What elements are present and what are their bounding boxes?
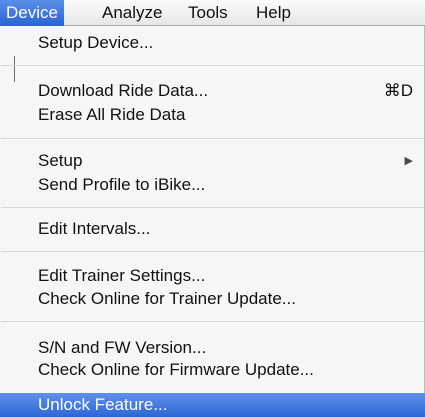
menu-separator	[1, 251, 424, 252]
device-menu-screenshot: Device Analyze Tools Help Setup Device..…	[0, 0, 425, 417]
menubar-device[interactable]: Device	[0, 0, 64, 26]
menu-item-setup-device[interactable]: Setup Device...	[0, 30, 425, 56]
menu-bar: Device Analyze Tools Help	[0, 0, 425, 26]
menu-item-unlock-feature[interactable]: Unlock Feature...	[0, 393, 425, 417]
menubar-tools[interactable]: Tools	[182, 0, 234, 26]
menu-item-label: Check Online for Firmware Update...	[38, 360, 314, 379]
shortcut-label: ⌘D	[383, 81, 413, 100]
menu-item-label: Edit Intervals...	[38, 219, 151, 238]
menu-item-download-ride-data[interactable]: Download Ride Data... ⌘D	[0, 78, 425, 104]
menu-item-label: Edit Trainer Settings...	[38, 266, 206, 285]
menu-item-erase-all-ride-data[interactable]: Erase All Ride Data	[0, 102, 425, 128]
menu-item-label: Setup	[38, 151, 83, 170]
menu-item-check-firmware-update[interactable]: Check Online for Firmware Update...	[0, 357, 425, 383]
menu-separator	[1, 138, 424, 139]
menu-separator	[1, 207, 424, 208]
menu-item-label: Erase All Ride Data	[38, 105, 186, 124]
menu-separator	[1, 321, 424, 322]
menubar-analyze[interactable]: Analyze	[96, 0, 168, 26]
menu-item-setup[interactable]: Setup ▶	[0, 148, 425, 174]
menu-item-edit-intervals[interactable]: Edit Intervals...	[0, 216, 425, 242]
menu-item-label: Unlock Feature...	[38, 395, 168, 414]
menu-item-send-profile[interactable]: Send Profile to iBike...	[0, 172, 425, 198]
menu-item-label: Check Online for Trainer Update...	[38, 289, 296, 308]
menu-item-label: S/N and FW Version...	[38, 338, 207, 357]
menu-item-label: Setup Device...	[38, 33, 154, 52]
menu-item-label: Download Ride Data...	[38, 81, 209, 100]
device-dropdown-menu: Setup Device... Download Ride Data... ⌘D…	[0, 26, 425, 417]
menubar-help[interactable]: Help	[250, 0, 297, 26]
menu-item-label: Send Profile to iBike...	[38, 175, 206, 194]
menu-item-check-trainer-update[interactable]: Check Online for Trainer Update...	[0, 286, 425, 312]
triangle-right-icon: ▶	[404, 155, 413, 167]
menu-separator	[1, 65, 424, 66]
